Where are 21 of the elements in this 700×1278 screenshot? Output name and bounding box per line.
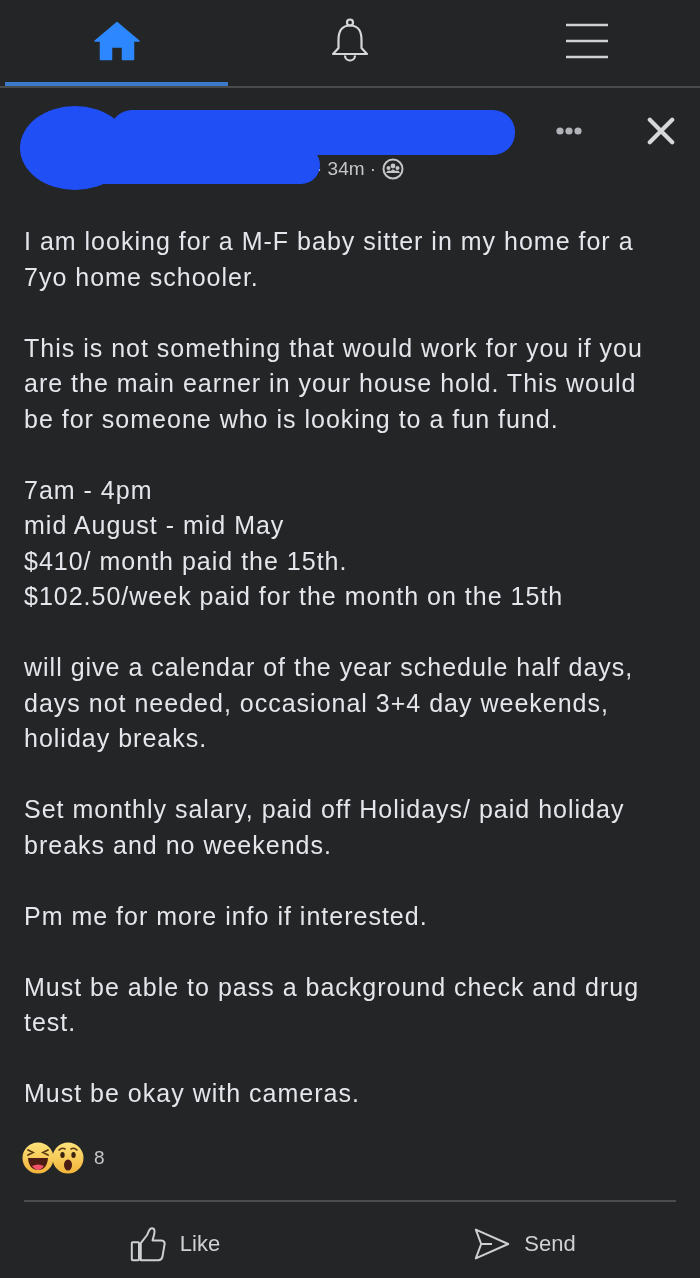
thumbs-up-icon bbox=[129, 1225, 166, 1262]
post-paragraph: Must be okay with cameras. bbox=[24, 1078, 361, 1109]
post-paragraph: Must be able to pass a background check and drug test. bbox=[24, 971, 641, 1038]
laughing-emoji-icon bbox=[22, 1141, 54, 1174]
more-icon bbox=[556, 127, 582, 135]
close-icon bbox=[647, 117, 675, 145]
post-paragraph: 7am - 4pm mid August - mid May $410/ month paid the 15th. $102.50/week paid for the month on the 15th bbox=[24, 474, 565, 612]
post-paragraph: This is not something that would work for you if you are the main earner in your house hold. This would be for someone who is looking to a fun fund. bbox=[24, 332, 644, 435]
post-paragraph: will give a calendar of the year schedule half days, days not needed, occasional 3+4 day weekends, holiday breaks. bbox=[24, 652, 635, 754]
surprised-emoji-icon bbox=[52, 1141, 84, 1174]
send-button[interactable]: Send bbox=[350, 1209, 700, 1278]
post-time: · 34m · bbox=[316, 158, 377, 180]
group-icon bbox=[382, 158, 405, 180]
post-paragraph: Set monthly salary, paid off Holidays/ paid holiday breaks and no weekends. bbox=[24, 794, 626, 861]
menu-icon bbox=[565, 23, 610, 59]
home-icon bbox=[93, 21, 140, 61]
like-button[interactable]: Like bbox=[0, 1209, 350, 1278]
post-paragraph: Pm me for more info if interested. bbox=[24, 900, 429, 932]
post-paragraph: I am looking for a M-F baby sitter in my home for a 7yo home schooler. bbox=[24, 226, 635, 293]
bell-icon bbox=[330, 18, 370, 64]
reaction-count: 8 bbox=[94, 1146, 105, 1169]
